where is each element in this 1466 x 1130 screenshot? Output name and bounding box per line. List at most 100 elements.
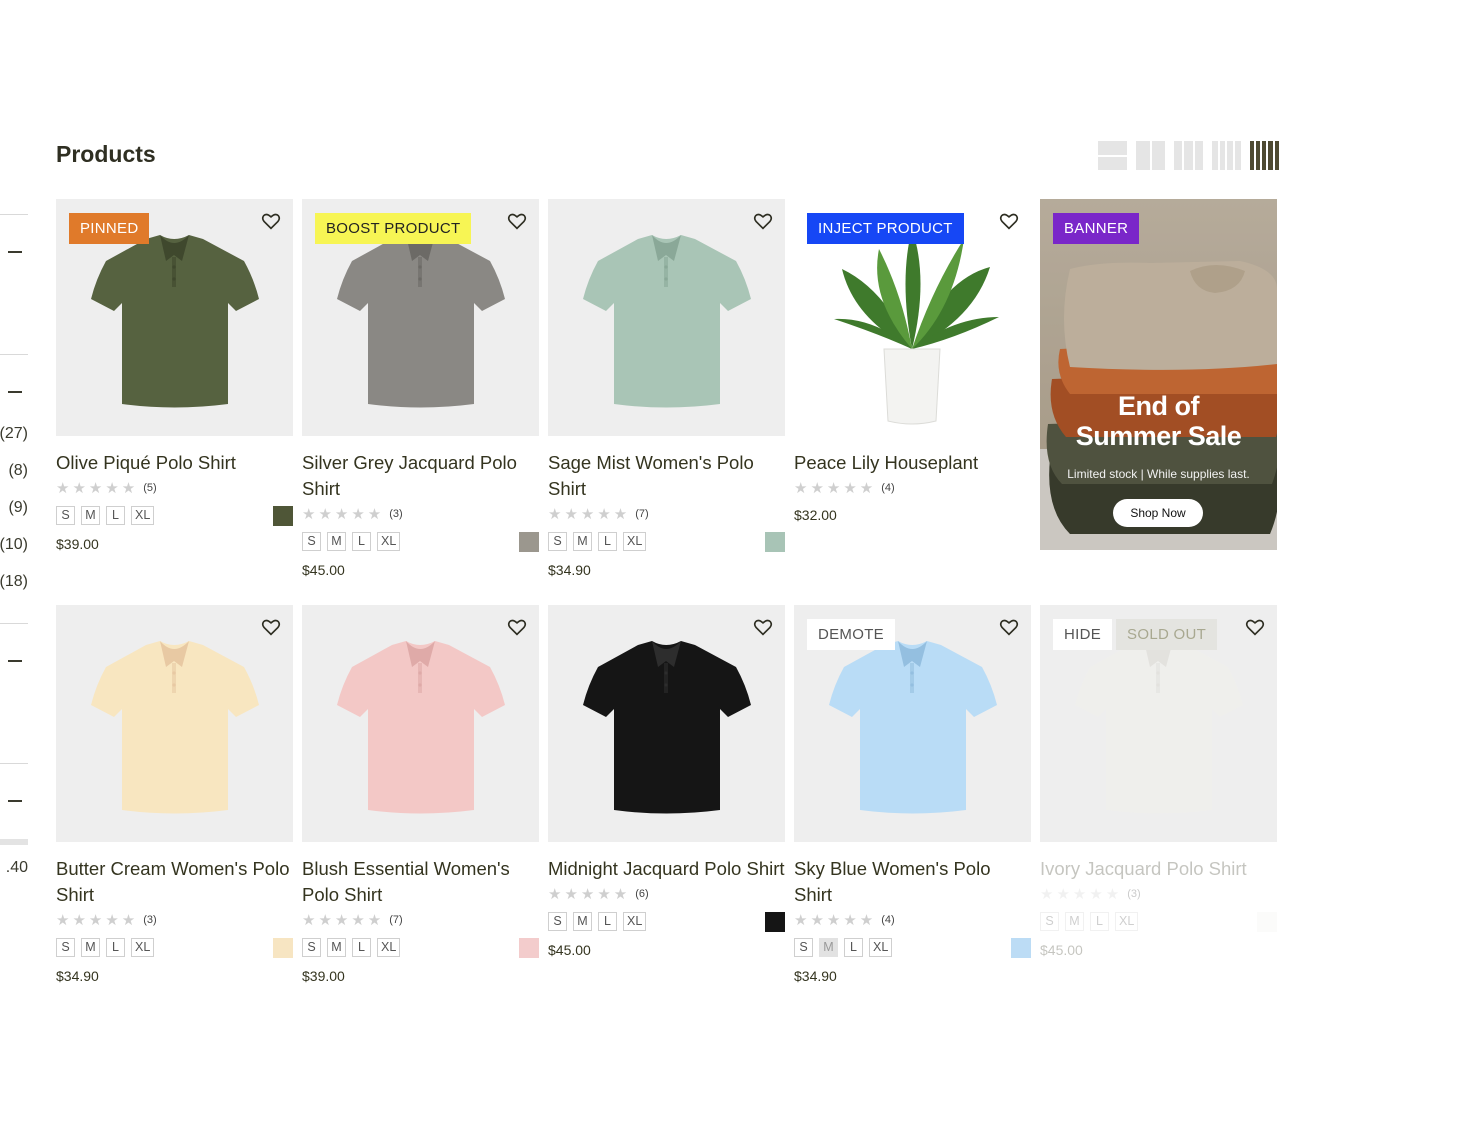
view-4-column-button[interactable] [1211,141,1241,170]
size-option[interactable]: S [56,506,75,525]
size-option[interactable]: XL [623,532,647,551]
product-card[interactable]: BOOST PRODUCT Silver Grey Jacquard Polo S… [302,199,539,578]
filter-count[interactable]: (9) [8,499,28,517]
color-swatch[interactable] [1257,912,1277,932]
color-swatch[interactable] [273,938,293,958]
product-title[interactable]: Peace Lily Houseplant [794,450,1031,476]
product-card[interactable]: HIDE SOLD OUT Ivory Jacquard Polo Shirt ★★★… [1040,605,1277,958]
view-3-column-button[interactable] [1174,141,1203,170]
heart-icon[interactable] [1245,618,1265,636]
product-image[interactable]: HIDE SOLD OUT [1040,605,1277,842]
color-swatch[interactable] [273,506,293,526]
promo-banner[interactable]: BANNER End of Summer Sale Limited stock … [1040,199,1277,550]
view-1-column-button[interactable] [1098,141,1127,170]
size-option[interactable]: XL [131,506,155,525]
badge-group: BOOST PRODUCT [315,213,472,244]
size-option[interactable]: M [819,938,838,957]
rating: ★★★★★ (7) [548,506,785,523]
product-card[interactable]: INJECT PRODUCT Peace Lily Houseplant ★★★★★… [794,199,1031,523]
size-option[interactable]: S [302,532,321,551]
product-card[interactable]: Midnight Jacquard Polo Shirt ★★★★★ (6) S M L X… [548,605,785,958]
product-image[interactable] [548,605,785,842]
color-swatch[interactable] [1011,938,1031,958]
product-card[interactable]: Blush Essential Women's Polo Shirt ★★★★★ (… [302,605,539,984]
heart-icon[interactable] [507,618,527,636]
product-card[interactable]: PINNED Olive Piqué Polo Shirt ★★★★★ (5) S M L X… [56,199,293,552]
size-option[interactable]: S [548,532,567,551]
size-option[interactable]: L [598,532,617,551]
color-swatch[interactable] [765,912,785,932]
filter-count[interactable]: (27) [0,425,28,443]
product-title[interactable]: Blush Essential Women's Polo Shirt [302,856,539,908]
size-option[interactable]: M [327,532,346,551]
product-image[interactable] [302,605,539,842]
star-rating-icon: ★★★★★ [56,480,139,497]
product-title[interactable]: Sage Mist Women's Polo Shirt [548,450,785,502]
size-option[interactable]: L [1090,912,1109,931]
rating: ★★★★★ (5) [56,480,293,497]
size-option[interactable]: XL [869,938,893,957]
size-option[interactable]: XL [377,938,401,957]
badge-group: INJECT PRODUCT [807,213,964,244]
product-title[interactable]: Ivory Jacquard Polo Shirt [1040,856,1277,882]
view-5-column-button[interactable] [1249,141,1279,170]
heart-icon[interactable] [999,212,1019,230]
size-option[interactable]: S [548,912,567,931]
banner-badge: BANNER [1053,213,1140,244]
size-option[interactable]: M [327,938,346,957]
heart-icon[interactable] [261,618,281,636]
view-2-column-button[interactable] [1136,141,1165,170]
product-title[interactable]: Sky Blue Women's Polo Shirt [794,856,1031,908]
size-option[interactable]: XL [377,532,401,551]
product-card[interactable]: Butter Cream Women's Polo Shirt ★★★★★ (3) S… [56,605,293,984]
product-title[interactable]: Silver Grey Jacquard Polo Shirt [302,450,539,502]
size-option[interactable]: L [106,938,125,957]
size-option[interactable]: L [844,938,863,957]
product-image[interactable] [548,199,785,436]
heart-icon[interactable] [753,618,773,636]
size-option[interactable]: S [56,938,75,957]
size-option[interactable]: M [573,912,592,931]
size-option[interactable]: XL [131,938,155,957]
size-option[interactable]: L [352,532,371,551]
collapse-icon[interactable] [8,251,22,253]
filter-count[interactable]: (8) [8,462,28,480]
price-slider-track[interactable] [0,839,28,845]
size-option[interactable]: M [573,532,592,551]
size-option[interactable]: S [794,938,813,957]
heart-icon[interactable] [261,212,281,230]
size-option[interactable]: L [598,912,617,931]
product-image[interactable]: PINNED [56,199,293,436]
product-title[interactable]: Butter Cream Women's Polo Shirt [56,856,293,908]
product-image[interactable]: DEMOTE [794,605,1031,842]
size-option[interactable]: M [1065,912,1084,931]
product-title[interactable]: Midnight Jacquard Polo Shirt [548,856,785,882]
size-option[interactable]: XL [623,912,647,931]
product-image[interactable]: INJECT PRODUCT [794,199,1031,436]
color-swatch[interactable] [765,532,785,552]
merch-badge: INJECT PRODUCT [807,213,964,244]
collapse-icon[interactable] [8,660,22,662]
color-swatch[interactable] [519,532,539,552]
collapse-icon[interactable] [8,800,22,802]
filter-count[interactable]: (10) [0,536,28,554]
filter-count[interactable]: (18) [0,573,28,591]
product-card[interactable]: DEMOTE Sky Blue Women's Polo Shirt ★★★★★ (4… [794,605,1031,984]
size-option[interactable]: XL [1115,912,1139,931]
size-option[interactable]: L [352,938,371,957]
color-swatch[interactable] [519,938,539,958]
shop-now-button[interactable]: Shop Now [1113,499,1203,527]
size-option[interactable]: L [106,506,125,525]
product-image[interactable]: BOOST PRODUCT [302,199,539,436]
size-option[interactable]: S [302,938,321,957]
heart-icon[interactable] [507,212,527,230]
collapse-icon[interactable] [8,391,22,393]
size-option[interactable]: M [81,506,100,525]
product-image[interactable] [56,605,293,842]
size-option[interactable]: S [1040,912,1059,931]
heart-icon[interactable] [999,618,1019,636]
product-card[interactable]: Sage Mist Women's Polo Shirt ★★★★★ (7) S M L X… [548,199,785,578]
product-title[interactable]: Olive Piqué Polo Shirt [56,450,293,476]
size-option[interactable]: M [81,938,100,957]
heart-icon[interactable] [753,212,773,230]
